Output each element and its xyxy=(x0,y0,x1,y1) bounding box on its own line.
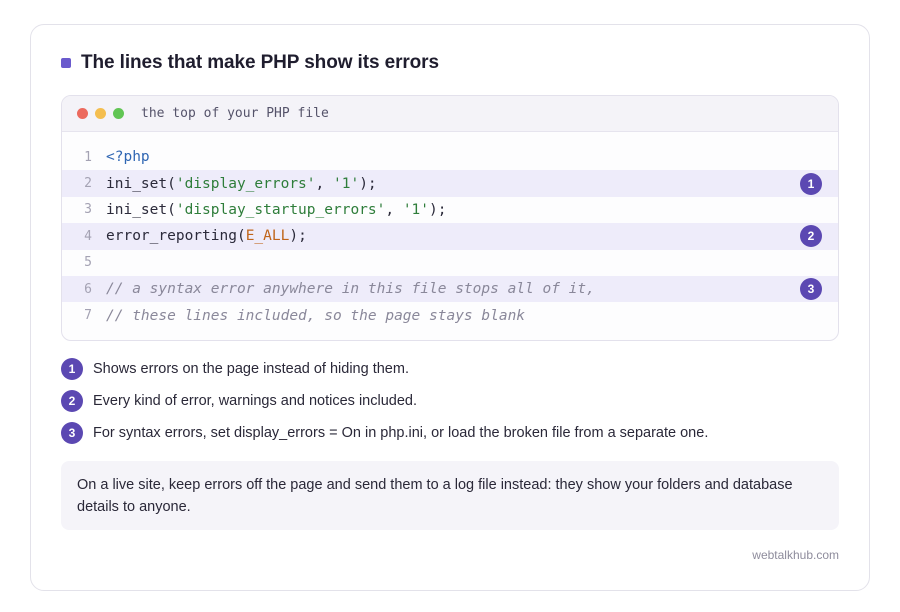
code-window-titlebar: the top of your PHP file xyxy=(62,96,838,132)
code-text: ini_set('display_startup_errors', '1'); xyxy=(106,201,447,218)
annotation-badge: 3 xyxy=(800,278,822,301)
code-line-highlighted: 2 ini_set('display_errors', '1'); 1 xyxy=(62,170,838,197)
note-text: For syntax errors, set display_errors = … xyxy=(93,425,709,441)
line-number: 6 xyxy=(84,281,92,297)
code-line: 3 ini_set('display_startup_errors', '1')… xyxy=(62,197,838,223)
line-number: 4 xyxy=(84,228,92,244)
note-badge: 2 xyxy=(61,390,83,412)
line-number: 7 xyxy=(84,308,92,324)
content-card: The lines that make PHP show its errors … xyxy=(30,24,870,591)
annotation-notes: 1 Shows errors on the page instead of hi… xyxy=(61,358,841,454)
line-number: 2 xyxy=(84,176,92,192)
warning-callout: On a live site, keep errors off the page… xyxy=(61,461,839,530)
line-number: 3 xyxy=(84,202,92,218)
note-badge: 1 xyxy=(61,358,83,380)
title-bullet-icon xyxy=(61,58,71,68)
code-text: ini_set('display_errors', '1'); xyxy=(106,175,377,192)
line-number: 1 xyxy=(84,149,92,165)
code-text: error_reporting(E_ALL); xyxy=(106,228,307,245)
note-item: 2 Every kind of error, warnings and noti… xyxy=(61,390,841,412)
code-comment: // these lines included, so the page sta… xyxy=(106,307,526,324)
note-item: 3 For syntax errors, set display_errors … xyxy=(61,422,841,444)
code-comment: // a syntax error anywhere in this file … xyxy=(106,281,595,298)
line-number: 5 xyxy=(84,255,92,271)
header: The lines that make PHP show its errors xyxy=(61,52,439,74)
code-body: 1 <?php 2 ini_set('display_errors', '1')… xyxy=(62,132,838,329)
code-window: the top of your PHP file 1 <?php 2 ini_s… xyxy=(61,95,839,341)
minimize-dot-icon xyxy=(95,108,106,119)
annotation-badge: 2 xyxy=(800,225,822,248)
page-title: The lines that make PHP show its errors xyxy=(81,52,439,73)
note-badge: 3 xyxy=(61,422,83,444)
code-text: <?php xyxy=(106,149,150,166)
note-item: 1 Shows errors on the page instead of hi… xyxy=(61,358,841,380)
code-filename: the top of your PHP file xyxy=(141,106,329,121)
code-line: 5 xyxy=(62,250,838,276)
note-text: Every kind of error, warnings and notice… xyxy=(93,393,418,409)
code-line: 7 // these lines included, so the page s… xyxy=(62,302,838,328)
close-dot-icon xyxy=(77,108,88,119)
code-line-highlighted: 4 error_reporting(E_ALL); 2 xyxy=(62,223,838,250)
code-line: 1 <?php xyxy=(62,144,838,170)
maximize-dot-icon xyxy=(113,108,124,119)
site-credit: webtalkhub.com xyxy=(752,548,839,562)
code-line-highlighted: 6 // a syntax error anywhere in this fil… xyxy=(62,275,838,303)
annotation-badge: 1 xyxy=(800,172,822,195)
note-text: Shows errors on the page instead of hidi… xyxy=(93,361,409,377)
